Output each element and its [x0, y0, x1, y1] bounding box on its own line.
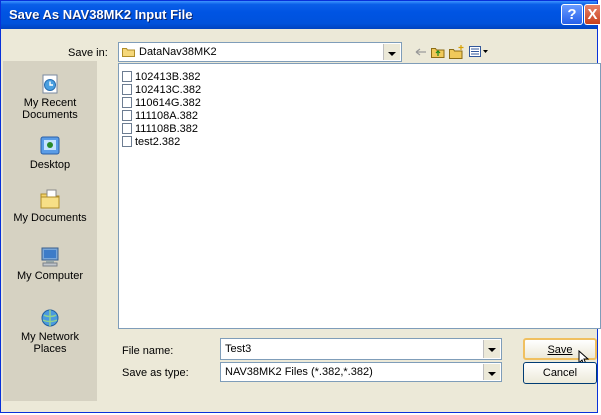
place-label: Desktop	[29, 159, 71, 171]
place-my-network-places[interactable]: My Network Places	[3, 307, 97, 355]
chevron-down-icon[interactable]	[383, 44, 400, 60]
file-icon	[122, 109, 132, 121]
cancel-button[interactable]: Cancel	[523, 362, 597, 384]
save-in-dropdown[interactable]: DataNav38MK2	[118, 42, 402, 62]
place-my-documents[interactable]: My Documents	[3, 188, 97, 224]
list-item[interactable]: 102413B.382	[122, 70, 200, 84]
file-name-value: Test3	[225, 343, 252, 355]
place-desktop[interactable]: Desktop	[3, 135, 97, 171]
view-menu-icon[interactable]	[469, 45, 489, 59]
place-my-recent-documents[interactable]: My Recent Documents	[3, 73, 97, 121]
list-item[interactable]: 102413C.382	[122, 83, 201, 97]
file-name-label: File name:	[122, 345, 174, 357]
title-bar[interactable]: Save As NAV38MK2 Input File ? X	[1, 1, 600, 29]
save-as-type-label: Save as type:	[122, 367, 189, 379]
chevron-down-icon[interactable]	[483, 364, 500, 380]
save-as-type-dropdown[interactable]: NAV38MK2 Files (*.382,*.382)	[220, 362, 502, 382]
file-icon	[122, 96, 132, 108]
file-icon	[122, 70, 132, 82]
recent-documents-icon	[42, 74, 58, 94]
desktop-icon	[40, 136, 60, 155]
place-label: My Computer	[16, 270, 84, 282]
network-places-icon	[41, 309, 59, 327]
new-folder-icon[interactable]	[449, 45, 465, 59]
save-as-dialog: Save As NAV38MK2 Input File ? X Save in:…	[0, 0, 601, 413]
help-button[interactable]: ?	[561, 4, 583, 25]
folder-icon	[122, 48, 135, 57]
place-label: My Documents	[13, 212, 87, 224]
back-icon[interactable]	[415, 45, 427, 59]
save-as-type-value: NAV38MK2 Files (*.382,*.382)	[225, 366, 373, 378]
places-bar: My Recent Documents Desktop My Documents	[3, 61, 97, 401]
list-item[interactable]: 110614G.382	[122, 96, 201, 110]
my-computer-icon	[41, 247, 59, 267]
file-list[interactable]: 102413B.382 102413C.382 110614G.382 1111…	[118, 63, 601, 329]
place-my-computer[interactable]: My Computer	[3, 246, 97, 282]
dialog-title: Save As NAV38MK2 Input File	[9, 7, 193, 22]
list-item[interactable]: 111108B.382	[122, 122, 198, 136]
file-icon	[122, 135, 132, 147]
place-label: My Network Places	[20, 331, 80, 355]
place-label: My Recent Documents	[22, 97, 78, 121]
chevron-down-icon[interactable]	[483, 340, 500, 358]
file-name-input[interactable]: Test3	[220, 338, 502, 360]
up-folder-icon[interactable]	[431, 45, 445, 59]
list-item[interactable]: test2.382	[122, 135, 180, 149]
my-documents-icon	[40, 189, 60, 209]
file-icon	[122, 122, 132, 134]
file-icon	[122, 83, 132, 95]
list-item[interactable]: 111108A.382	[122, 109, 198, 123]
close-button[interactable]: X	[584, 4, 600, 25]
save-in-value: DataNav38MK2	[139, 46, 217, 58]
save-in-label: Save in:	[68, 47, 108, 59]
